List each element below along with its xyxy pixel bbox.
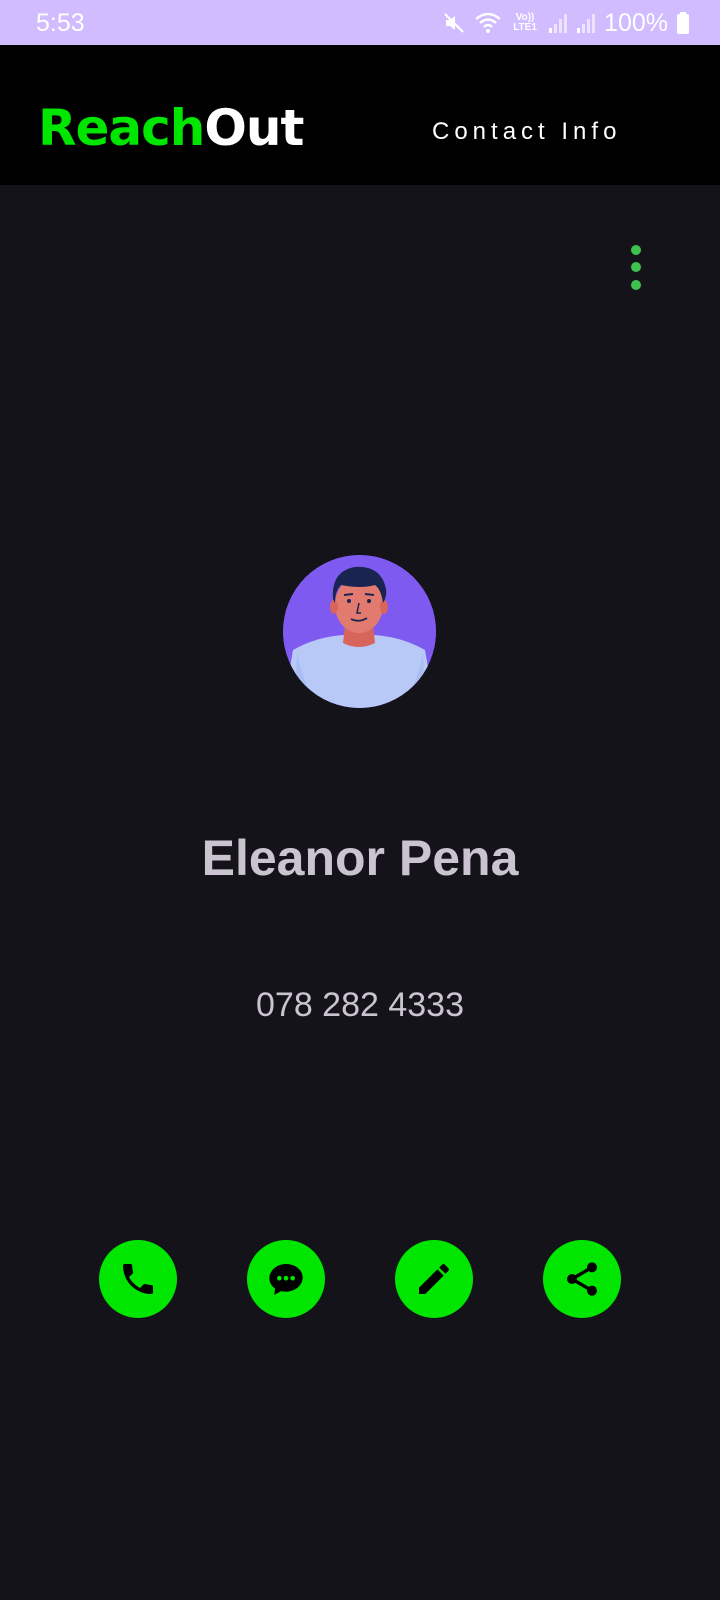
status-time: 5:53: [36, 9, 85, 37]
battery-percent: 100%: [604, 9, 668, 37]
signal-icon: [548, 12, 568, 34]
signal-icon: [576, 12, 596, 34]
message-button[interactable]: [247, 1240, 325, 1318]
call-button[interactable]: [99, 1240, 177, 1318]
avatar: [283, 555, 436, 708]
mute-icon: [442, 11, 466, 35]
contact-phone: 078 282 4333: [256, 986, 464, 1024]
logo-reach-text: Reach: [38, 99, 205, 157]
edit-button[interactable]: [395, 1240, 473, 1318]
phone-icon: [123, 1264, 153, 1294]
status-icons: Vo)) LTE1 100%: [442, 8, 690, 38]
app-logo: ReachOut: [38, 98, 304, 158]
app-bar: ReachOut Contact Info: [0, 45, 720, 185]
more-vert-icon: [631, 245, 641, 290]
page-title: Contact Info: [432, 118, 622, 145]
logo-out-text: Out: [204, 99, 304, 157]
more-options-button[interactable]: [616, 236, 656, 296]
battery-icon: [676, 11, 690, 35]
person-avatar-icon: [283, 555, 436, 708]
contact-name: Eleanor Pena: [201, 830, 519, 886]
volte-icon: Vo)) LTE1: [513, 12, 537, 33]
share-button[interactable]: [543, 1240, 621, 1318]
message-icon: [269, 1264, 303, 1295]
share-icon: [567, 1262, 597, 1296]
status-bar: 5:53 Vo)) LTE1 100%: [0, 0, 720, 45]
edit-icon: [419, 1263, 450, 1294]
wifi-icon: [474, 11, 502, 35]
